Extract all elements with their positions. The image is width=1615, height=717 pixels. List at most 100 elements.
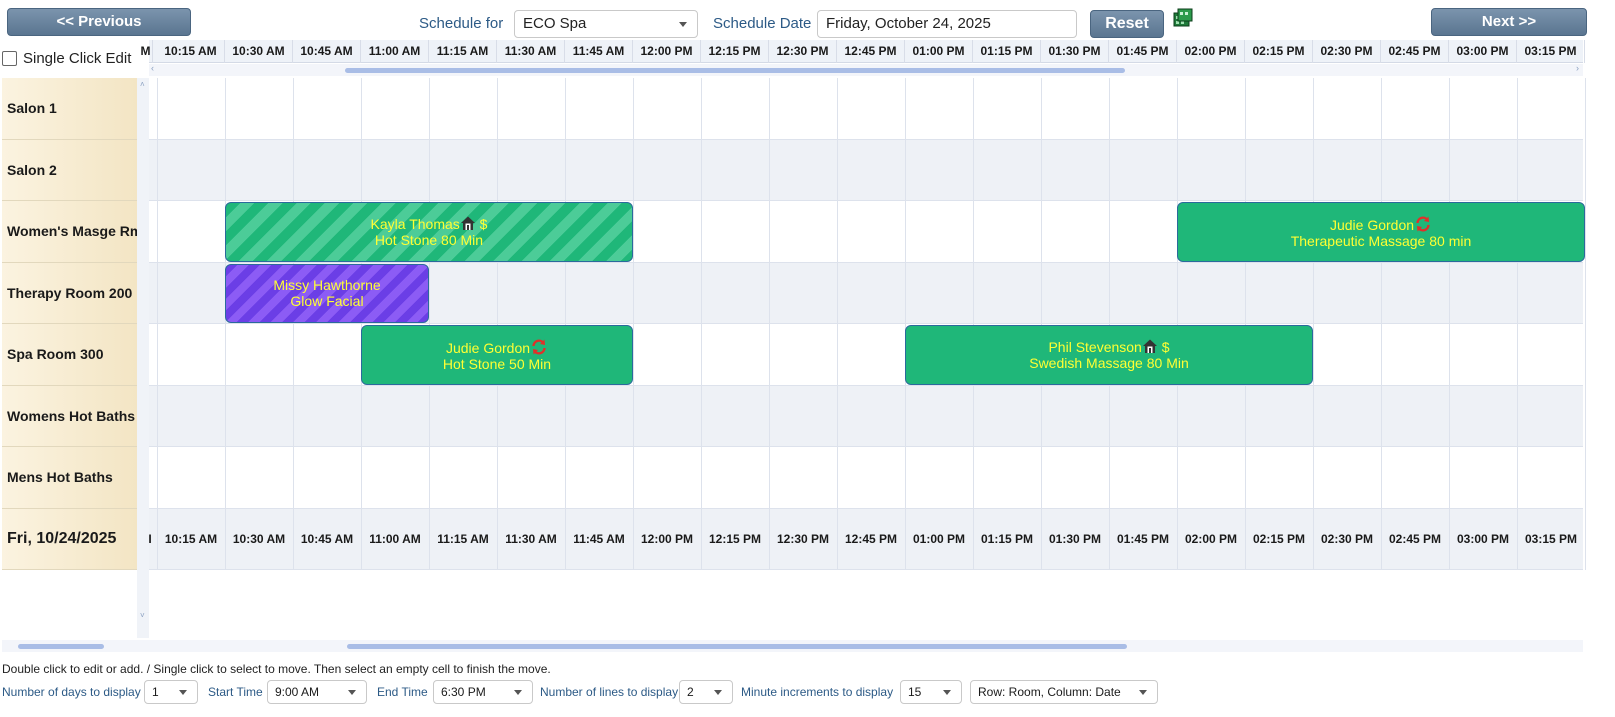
previous-button[interactable]: << Previous: [7, 8, 191, 36]
grid-line: [1245, 78, 1246, 570]
minutes-select[interactable]: 15: [900, 680, 962, 704]
chevron-down-icon: [943, 690, 951, 695]
sync-icon: [532, 339, 546, 355]
days-value: 1: [152, 685, 159, 699]
start-time-label: Start Time: [208, 685, 263, 699]
grid-line: [973, 78, 974, 570]
time-header-cell: 01:30 PM: [1041, 40, 1109, 63]
reset-button[interactable]: Reset: [1090, 10, 1164, 38]
end-time-value: 6:30 PM: [441, 685, 486, 699]
lines-select[interactable]: 2: [679, 680, 733, 704]
room-label: Salon 1: [2, 78, 137, 140]
bottom-horizontal-scrollbar[interactable]: [2, 640, 1583, 652]
bottom-time-cell: 01:00 PM: [912, 532, 966, 546]
time-header-cell: 03:00 PM: [1449, 40, 1517, 63]
appointment-client: Kayla Thomas $: [226, 215, 632, 232]
appointment-client: Judie Gordon: [1178, 215, 1584, 233]
grid-line: [293, 78, 294, 570]
scrollbar-thumb[interactable]: [345, 68, 1125, 73]
time-header-cell: 12:30 PM: [769, 40, 837, 63]
chevron-down-icon: [179, 690, 187, 695]
bottom-time-cell: 11:00 AM: [369, 532, 421, 546]
scroll-up-icon[interactable]: ˄: [140, 80, 145, 89]
time-header-cell: 02:30 PM: [1313, 40, 1381, 63]
schedule-grid[interactable]: I 10:15 AM 10:30 AM 10:45 AM 11:00 AM 11:15 A…: [148, 78, 1586, 570]
grid-line: [1041, 78, 1042, 570]
calendar-icon[interactable]: [1172, 8, 1194, 28]
client-name: Judie Gordon: [445, 339, 531, 356]
grid-line: [497, 78, 498, 570]
layout-value: Row: Room, Column: Date: [978, 685, 1121, 699]
room-label: Salon 2: [2, 139, 137, 201]
room-row[interactable]: [149, 447, 1583, 509]
dollar-icon: $: [475, 216, 488, 233]
bottom-time-cell: 02:15 PM: [1252, 532, 1306, 546]
appointment-client: Phil Stevenson $: [906, 338, 1312, 355]
home-icon: [1142, 339, 1157, 354]
time-header-cell: 02:15 PM: [1245, 40, 1313, 63]
appointment-service: Hot Stone 50 Min: [442, 355, 552, 372]
appointment-block[interactable]: Judie Gordon Hot Stone 50 Min: [361, 325, 633, 385]
appointment-service: Therapeutic Massage 80 min: [1290, 232, 1472, 249]
bottom-time-cell-partial: I: [148, 532, 152, 546]
bottom-time-cell: 11:15 AM: [437, 532, 489, 546]
room-scrollbar-thumb[interactable]: [18, 644, 104, 649]
bottom-time-cell: 11:30 AM: [505, 532, 557, 546]
layout-select[interactable]: Row: Room, Column: Date: [970, 680, 1158, 704]
bottom-time-cell: 01:15 PM: [980, 532, 1034, 546]
appointment-block[interactable]: Phil Stevenson $ Swedish Massage 80 Min: [905, 325, 1313, 385]
room-label: Therapy Room 200: [2, 262, 137, 324]
grid-line: [565, 78, 566, 570]
appointment-block[interactable]: Missy Hawthorne Glow Facial: [225, 263, 429, 323]
time-header-cell: 10:15 AM: [157, 40, 225, 63]
appointment-service: Glow Facial: [290, 293, 364, 310]
bottom-time-cell: 03:00 PM: [1456, 532, 1510, 546]
bottom-time-cell: 11:45 AM: [573, 532, 625, 546]
room-label: Mens Hot Baths: [2, 447, 137, 509]
time-header-cell: 01:45 PM: [1109, 40, 1177, 63]
grid-line: [837, 78, 838, 570]
single-click-edit-toggle[interactable]: Single Click Edit: [2, 50, 131, 67]
room-label: Women's Masge Rm: [2, 201, 137, 263]
days-label: Number of days to display: [2, 685, 141, 699]
single-click-edit-checkbox[interactable]: [2, 51, 17, 66]
time-header-cell: 10:30 AM: [225, 40, 293, 63]
scroll-down-icon[interactable]: ˅: [140, 611, 145, 620]
top-horizontal-scrollbar[interactable]: ‹ ›: [149, 63, 1583, 76]
room-row[interactable]: [149, 78, 1583, 140]
dollar-icon: $: [1157, 339, 1170, 356]
grid-line: [1585, 78, 1586, 570]
bottom-time-cell: 12:30 PM: [776, 532, 830, 546]
appointment-block[interactable]: Judie Gordon Therapeutic Massage 80 min: [1177, 202, 1585, 262]
room-row[interactable]: [149, 139, 1583, 201]
schedule-date-value: Friday, October 24, 2025: [826, 15, 991, 32]
schedule-date-input[interactable]: Friday, October 24, 2025: [817, 10, 1077, 38]
end-time-select[interactable]: 6:30 PM: [433, 680, 533, 704]
time-header-cell: 10:45 AM: [293, 40, 361, 63]
appointment-block[interactable]: Kayla Thomas $ Hot Stone 80 Min: [225, 202, 633, 262]
time-header-cell: 11:15 AM: [429, 40, 497, 63]
schedule-for-select[interactable]: ECO Spa: [514, 10, 698, 38]
room-row[interactable]: [149, 385, 1583, 447]
date-row-label: Fri, 10/24/2025: [2, 508, 137, 570]
chevron-down-icon: [514, 690, 522, 695]
days-select[interactable]: 1: [144, 680, 198, 704]
grid-line: [701, 78, 702, 570]
grid-line: [1381, 78, 1382, 570]
grid-scrollbar-thumb[interactable]: [347, 644, 1127, 649]
time-header-cell: 01:15 PM: [973, 40, 1041, 63]
bottom-time-cell: 03:15 PM: [1524, 532, 1578, 546]
start-time-select[interactable]: 9:00 AM: [267, 680, 367, 704]
schedule-date-label: Schedule Date: [713, 15, 812, 32]
scroll-left-icon[interactable]: ‹: [151, 63, 154, 73]
grid-line: [1313, 78, 1314, 570]
client-name: Missy Hawthorne: [273, 277, 381, 294]
next-button[interactable]: Next >>: [1431, 8, 1587, 36]
schedule-for-label: Schedule for: [419, 15, 504, 32]
scroll-right-icon[interactable]: ›: [1576, 63, 1579, 73]
minutes-value: 15: [908, 685, 922, 699]
bottom-time-cell: 12:00 PM: [640, 532, 694, 546]
time-header-cell: 12:00 PM: [633, 40, 701, 63]
grid-line: [1177, 78, 1178, 570]
chevron-down-icon: [714, 690, 722, 695]
